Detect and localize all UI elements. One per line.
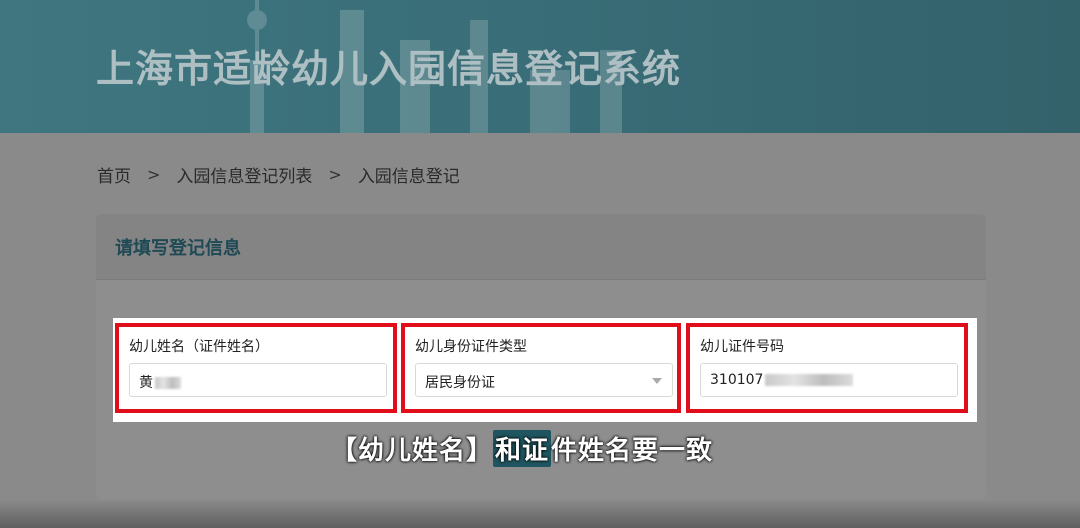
breadcrumb-registration-list[interactable]: 入园信息登记列表: [176, 162, 312, 187]
id-number-label: 幼儿证件号码: [700, 339, 784, 355]
id-number-value: 310107: [710, 372, 764, 388]
redacted-text: [155, 377, 181, 389]
id-type-select[interactable]: 居民身份证: [415, 363, 673, 397]
id-number-field-highlight: 幼儿证件号码 310107: [686, 323, 968, 413]
id-type-field-highlight: 幼儿身份证件类型 居民身份证: [401, 323, 681, 413]
child-name-value: 黄: [139, 375, 153, 391]
caret-down-icon: [652, 378, 662, 384]
chevron-right-icon: >: [147, 165, 161, 184]
breadcrumb-current: 入园信息登记: [357, 167, 460, 187]
video-caption: 【幼儿姓名】 和证 件姓名要一致: [331, 428, 713, 468]
header-banner: 上海市适龄幼儿入园信息登记系统: [0, 0, 1080, 133]
card-title: 请填写登记信息: [115, 238, 241, 259]
chevron-right-icon: >: [328, 165, 342, 184]
child-name-label: 幼儿姓名（证件姓名）: [129, 339, 269, 355]
id-number-input[interactable]: 310107: [700, 363, 958, 397]
breadcrumb-home[interactable]: 首页: [97, 162, 131, 187]
bottom-shadow: [0, 500, 1080, 528]
caption-part-3: 件姓名要一致: [551, 435, 714, 466]
id-type-label: 幼儿身份证件类型: [415, 339, 527, 355]
child-name-field-highlight: 幼儿姓名（证件姓名） 黄: [115, 323, 397, 413]
system-title: 上海市适龄幼儿入园信息登记系统: [96, 47, 682, 91]
caption-part-1: 【幼儿姓名】: [331, 435, 494, 466]
child-name-input[interactable]: 黄: [129, 363, 387, 397]
caption-part-2: 和证: [493, 429, 552, 467]
id-type-value: 居民身份证: [425, 375, 495, 391]
breadcrumb: 首页 > 入园信息登记列表 > 入园信息登记: [97, 162, 460, 187]
card-header: 请填写登记信息: [96, 214, 986, 280]
redacted-text: [765, 374, 854, 386]
